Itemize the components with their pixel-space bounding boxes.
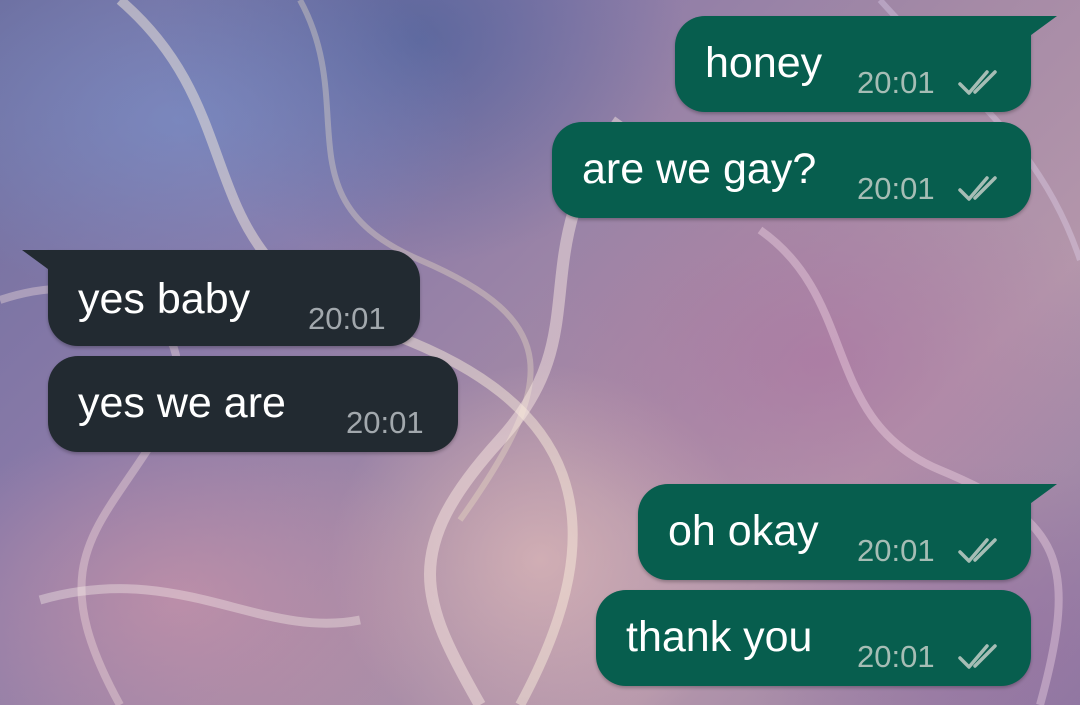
message-time: 20:01 [346, 405, 424, 440]
message-bubble-incoming[interactable]: yes we are 20:01 [48, 356, 458, 452]
message-time: 20:01 [857, 65, 935, 100]
message-bubble-outgoing[interactable]: are we gay? 20:01 [552, 122, 1031, 218]
message-text: oh okay [668, 507, 819, 555]
bubble-tail [22, 250, 52, 272]
message-time: 20:01 [857, 639, 935, 674]
message-bubble-outgoing[interactable]: thank you 20:01 [596, 590, 1031, 686]
bubble-tail [1027, 484, 1057, 506]
message-text: yes baby [78, 275, 251, 323]
message-text: thank you [626, 613, 813, 661]
message-text: honey [705, 39, 823, 87]
message-text: yes we are [78, 379, 286, 427]
double-check-icon [958, 176, 997, 201]
message-time: 20:01 [308, 301, 386, 336]
double-check-icon [958, 644, 997, 669]
message-time: 20:01 [857, 533, 935, 568]
double-check-icon [958, 538, 997, 563]
message-bubble-outgoing[interactable]: oh okay 20:01 [638, 484, 1057, 580]
message-bubble-incoming[interactable]: yes baby 20:01 [22, 250, 420, 346]
bubble-tail [1027, 16, 1057, 38]
message-text: are we gay? [582, 145, 817, 193]
message-bubble-outgoing[interactable]: honey 20:01 [675, 16, 1057, 112]
double-check-icon [958, 70, 997, 95]
message-time: 20:01 [857, 171, 935, 206]
